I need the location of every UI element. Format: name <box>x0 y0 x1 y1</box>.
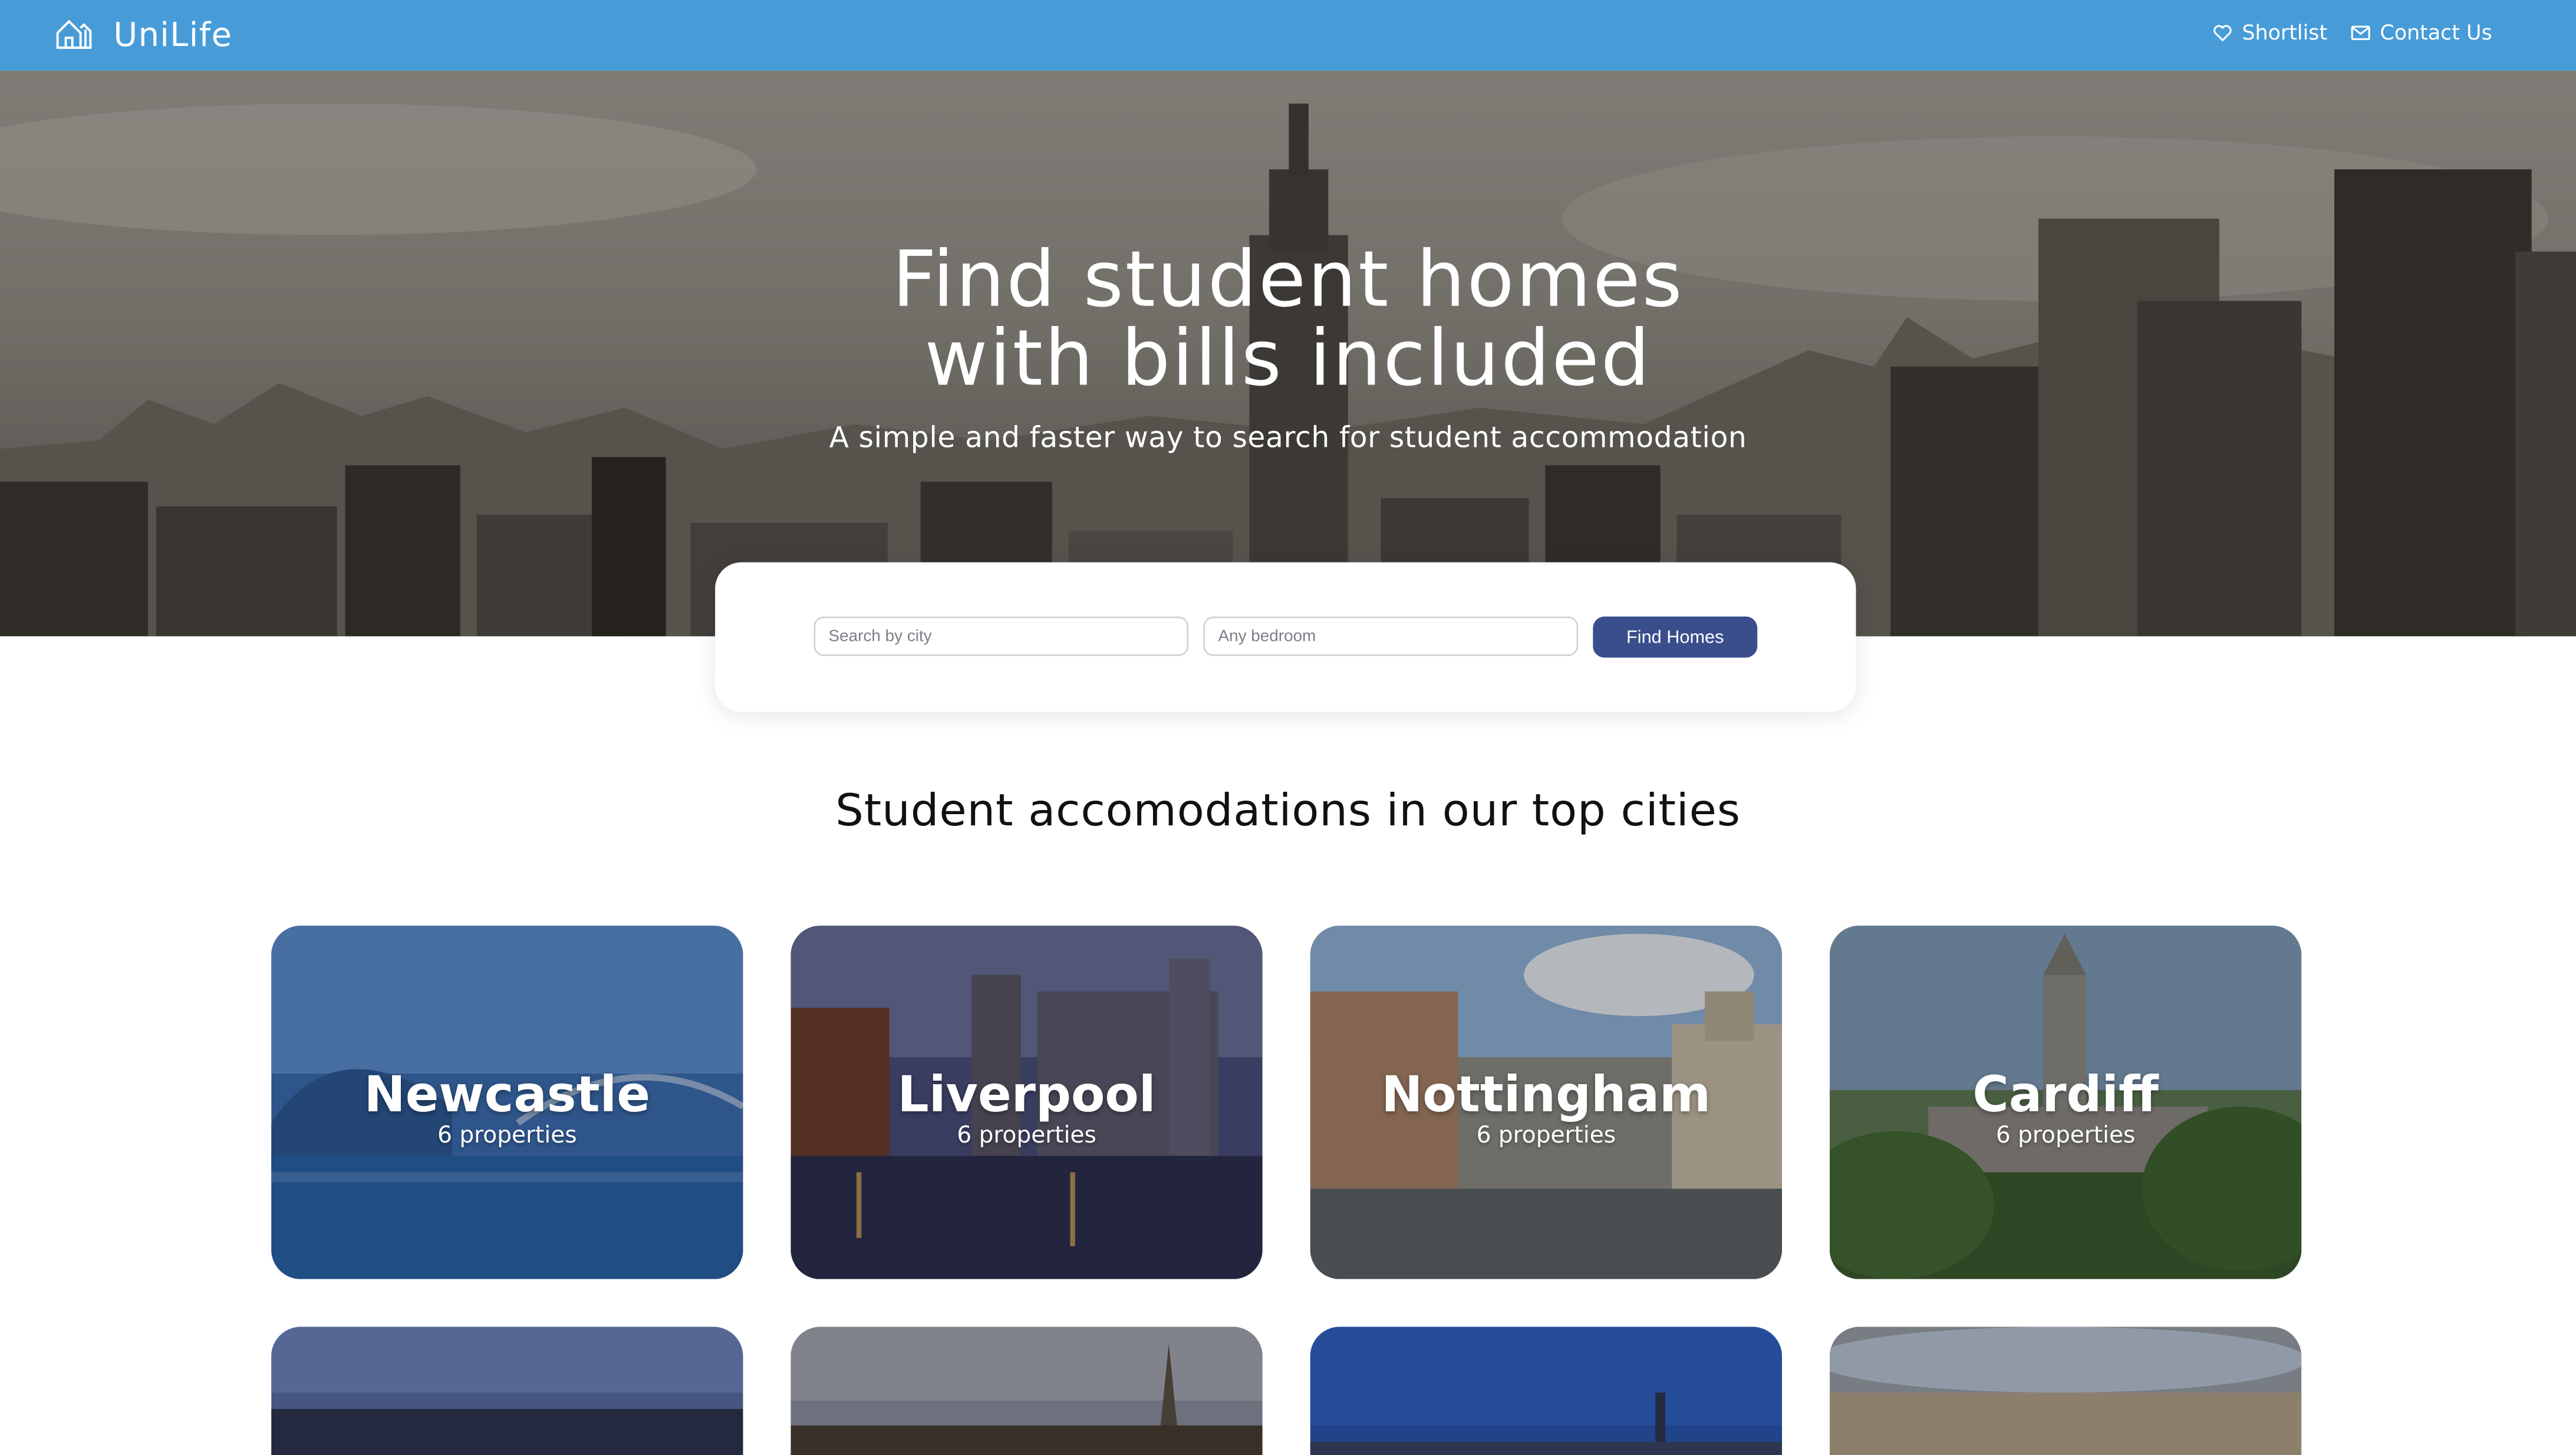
city-card-liverpool[interactable]: Liverpool 6 properties <box>790 926 1263 1279</box>
city-card-6[interactable] <box>790 1326 1263 1455</box>
hero-title-line-1: Find student homes <box>892 235 1684 326</box>
city-card-5[interactable] <box>271 1326 743 1455</box>
city-property-count: 6 properties <box>957 1122 1096 1150</box>
search-panel: Find Homes <box>715 562 1856 712</box>
mail-icon <box>2350 25 2370 39</box>
city-property-count: 6 properties <box>1995 1122 2136 1150</box>
page: UniLife Shortlist Contact Us Find studen… <box>0 0 2576 1455</box>
shortlist-link[interactable]: Shortlist <box>2212 19 2327 44</box>
heart-icon <box>2213 24 2232 41</box>
card-shade <box>1829 1326 2302 1455</box>
city-card-newcastle[interactable]: Newcastle 6 properties <box>271 926 743 1279</box>
city-property-count: 6 properties <box>437 1122 577 1150</box>
city-property-count: 6 properties <box>1476 1122 1616 1150</box>
card-shade <box>271 1326 743 1455</box>
shortlist-label: Shortlist <box>2242 19 2328 45</box>
city-card-cardiff[interactable]: Cardiff 6 properties <box>1829 926 2302 1279</box>
hero-title: Find student homes with bills included <box>0 235 2576 405</box>
hero-banner: Find student homes with bills included A… <box>0 70 2576 637</box>
find-homes-button[interactable]: Find Homes <box>1593 616 1758 658</box>
house-logo-icon <box>56 19 92 49</box>
card-shade <box>1310 1326 1783 1455</box>
city-card-nottingham[interactable]: Nottingham 6 properties <box>1310 926 1783 1279</box>
city-name: Cardiff <box>1972 1066 2159 1125</box>
contact-us-label: Contact Us <box>2380 19 2492 45</box>
top-nav: Shortlist Contact Us <box>2212 19 2492 44</box>
city-name: Newcastle <box>364 1066 651 1125</box>
hero-subtitle: A simple and faster way to search for st… <box>829 422 1747 456</box>
city-name: Liverpool <box>897 1066 1156 1125</box>
top-nav-bar: UniLife Shortlist Contact Us <box>0 0 2576 71</box>
bedroom-select[interactable] <box>1203 616 1579 656</box>
card-shade <box>790 1326 1263 1455</box>
search-city-input[interactable] <box>813 616 1189 656</box>
hero-title-line-2: with bills included <box>924 314 1652 405</box>
top-cities-heading: Student accomodations in our top cities <box>835 786 1741 837</box>
contact-us-link[interactable]: Contact Us <box>2350 19 2492 44</box>
brand-logo-link[interactable]: UniLife <box>54 15 232 54</box>
city-card-7[interactable] <box>1310 1326 1783 1455</box>
brand-name: UniLife <box>113 15 233 55</box>
city-card-8[interactable] <box>1829 1326 2302 1455</box>
city-name: Nottingham <box>1381 1066 1711 1125</box>
